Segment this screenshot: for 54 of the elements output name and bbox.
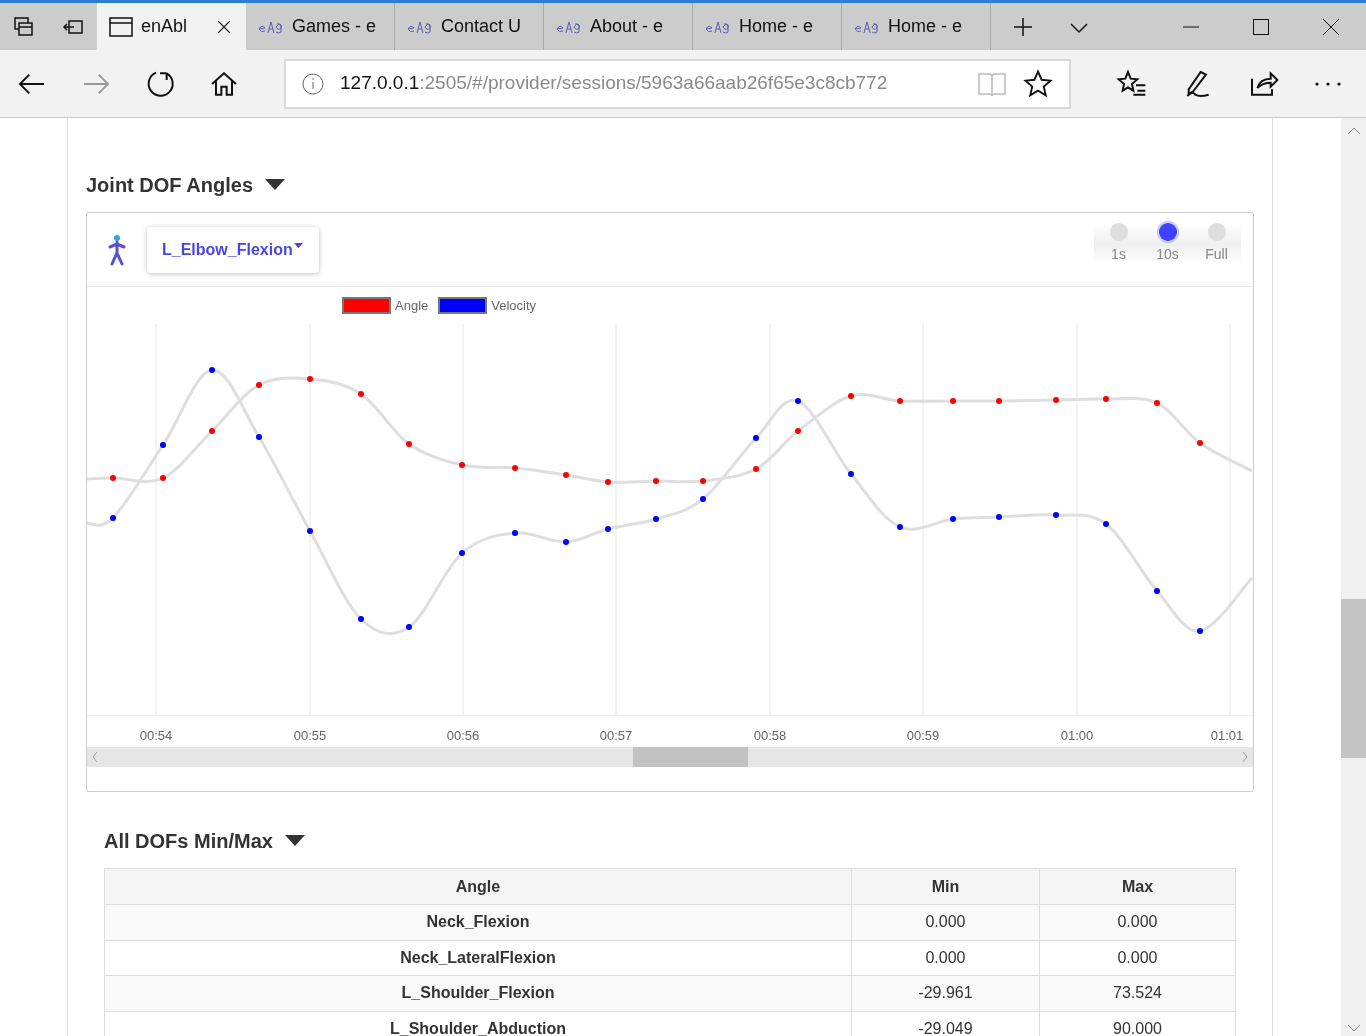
caret-icon[interactable]	[284, 835, 305, 847]
address-bar[interactable]: 127.0.0.1:2505/#/provider/sessions/5963a66aab26f65e3c8cb772	[284, 58, 1071, 109]
url-text: 127.0.0.1:2505/#/provider/sessions/5963a66aab26f65e3c8cb772	[340, 71, 888, 96]
site-logo-icon	[258, 19, 284, 34]
dof-dropdown[interactable]: L_Elbow_Flexion	[147, 226, 319, 273]
range-radio[interactable]	[1207, 222, 1226, 241]
scroll-down-icon[interactable]	[1347, 1024, 1361, 1032]
x-axis-label: 00:56	[446, 727, 480, 745]
section-title: All DOFs Min/Max	[104, 829, 273, 854]
table-cell: 0.000	[1039, 940, 1236, 976]
table-cell: 73.524	[1039, 975, 1236, 1011]
range-radio[interactable]	[1109, 222, 1128, 241]
column-header: Angle	[104, 868, 852, 905]
minimize-icon	[1183, 25, 1199, 28]
x-axis-label: 00:58	[753, 727, 787, 745]
caret-icon[interactable]	[265, 179, 286, 191]
scroll-up-icon[interactable]	[1347, 127, 1361, 135]
legend-label: Angle	[395, 297, 429, 315]
close-icon	[1323, 18, 1339, 35]
site-logo-icon	[705, 19, 731, 34]
person-walking-icon	[107, 233, 127, 266]
page-scrollbar[interactable]	[1341, 118, 1366, 1036]
scrollbar-thumb[interactable]	[633, 747, 748, 767]
x-axis-label: 00:57	[599, 727, 633, 745]
table-cell: L_Shoulder_Flexion	[104, 975, 852, 1011]
site-logo-icon	[407, 19, 433, 34]
table-cell: -29.961	[851, 975, 1040, 1011]
range-radio[interactable]	[1158, 222, 1177, 241]
x-axis-label: 01:00	[1060, 727, 1094, 745]
section-title: Joint DOF Angles	[86, 173, 254, 198]
table-cell: L_Shoulder_Abduction	[104, 1011, 852, 1036]
page-scrollbar-thumb[interactable]	[1341, 599, 1366, 758]
info-icon[interactable]	[302, 72, 324, 95]
x-axis-label: 00:59	[906, 727, 940, 745]
column-header: Max	[1039, 868, 1236, 905]
browser-tab[interactable]: enAbl	[97, 3, 246, 50]
table-cell: 0.000	[1039, 904, 1236, 940]
maximize-icon	[1253, 18, 1269, 35]
x-axis-label: 00:55	[293, 727, 327, 745]
x-axis-label: 01:01	[1210, 727, 1244, 745]
site-logo-icon	[854, 19, 880, 34]
table-cell: 0.000	[851, 940, 1040, 976]
page-icon	[109, 16, 133, 37]
caret-icon	[293, 242, 303, 249]
table-cell: Neck_Flexion	[104, 904, 852, 940]
favorite-star-icon[interactable]	[1023, 68, 1053, 99]
column-header: Min	[851, 868, 1040, 905]
site-logo-icon	[556, 19, 582, 34]
legend-label: Velocity	[491, 297, 537, 315]
x-axis-label: 00:54	[139, 727, 173, 745]
table-cell: Neck_LateralFlexion	[104, 940, 852, 976]
chart-scrollbar[interactable]	[87, 747, 1253, 767]
table-cell: 0.000	[851, 904, 1040, 940]
more-icon[interactable]	[1314, 80, 1342, 87]
